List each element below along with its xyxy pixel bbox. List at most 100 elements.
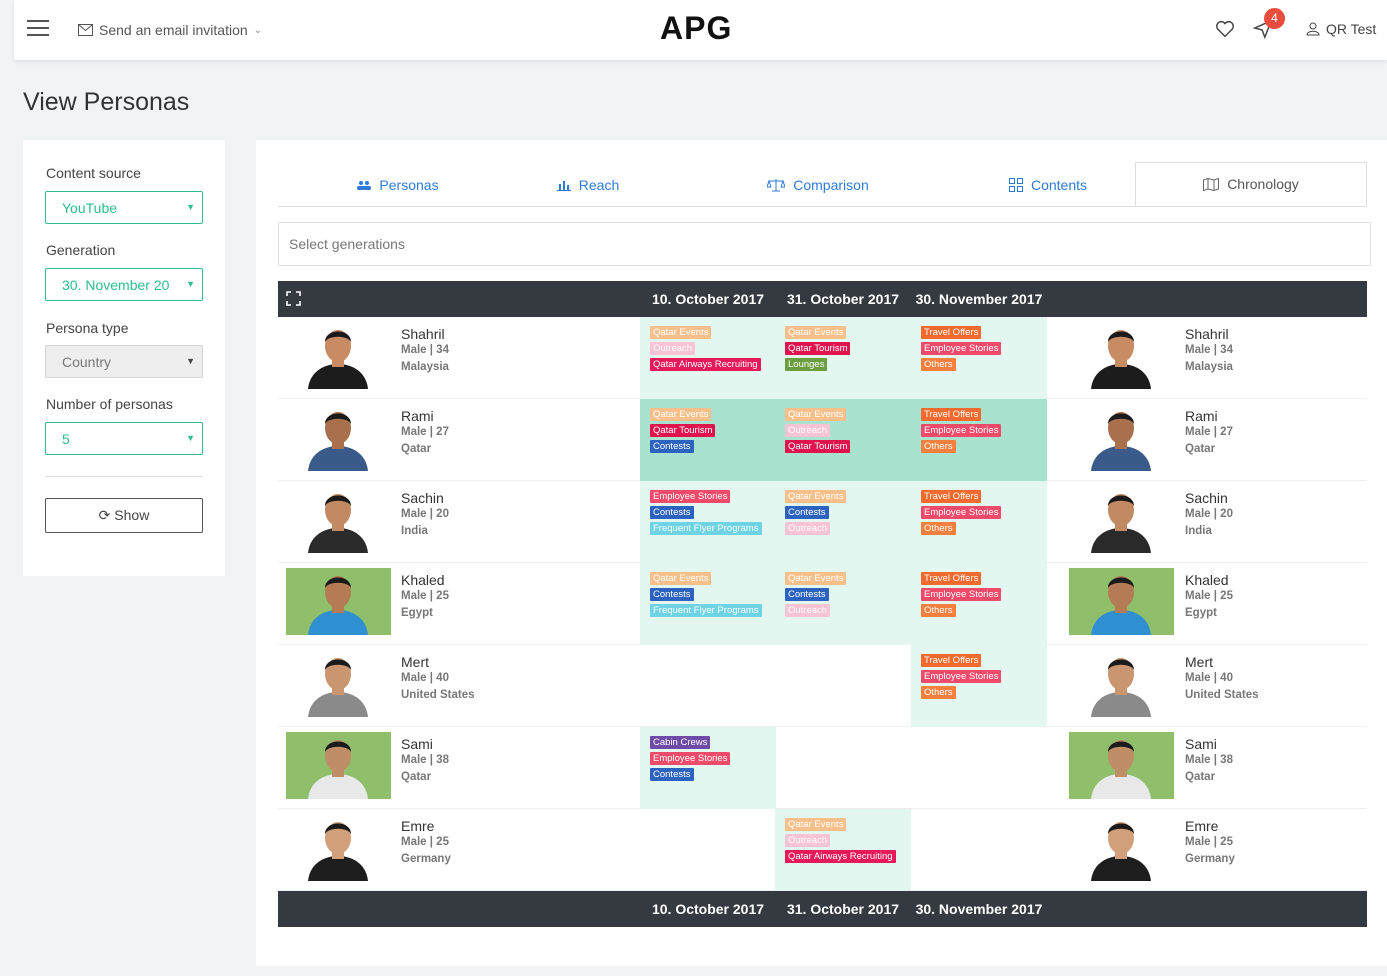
- timeline-cell: Travel Offers Employee Stories Others: [911, 481, 1047, 563]
- persona-name: Sami: [401, 736, 433, 752]
- content-tag[interactable]: Qatar Airways Recruiting: [785, 850, 896, 863]
- content-tag[interactable]: Contests: [650, 506, 694, 519]
- persona-country: Malaysia: [1185, 361, 1233, 373]
- content-tag[interactable]: Travel Offers: [921, 408, 982, 421]
- content-tag[interactable]: Employee Stories: [921, 588, 1002, 601]
- content-tag[interactable]: Travel Offers: [921, 490, 982, 503]
- persona-avatar: [1069, 650, 1174, 717]
- number-of-personas-value: 5: [62, 431, 70, 447]
- expand-icon[interactable]: [286, 291, 301, 306]
- user-name: QR Test: [1326, 21, 1377, 37]
- content-tag[interactable]: Outreach: [785, 522, 831, 535]
- show-button[interactable]: ⟳ Show: [45, 498, 203, 533]
- content-tag[interactable]: Employee Stories: [921, 342, 1002, 355]
- content-tag[interactable]: Qatar Events: [650, 326, 712, 339]
- persona-name: Khaled: [1185, 572, 1229, 588]
- content-tag[interactable]: Travel Offers: [921, 654, 982, 667]
- refresh-icon: ⟳: [98, 507, 111, 523]
- content-tag[interactable]: Qatar Tourism: [785, 342, 851, 355]
- user-menu[interactable]: QR Test: [1306, 21, 1376, 37]
- grid-footer: 10. October 2017 31. October 2017 30. No…: [278, 891, 1367, 927]
- content-tag[interactable]: Qatar Tourism: [650, 424, 716, 437]
- content-tag[interactable]: Frequent Flyer Programs: [650, 604, 762, 617]
- content-tag[interactable]: Qatar Airways Recruiting: [650, 358, 761, 371]
- persona-country: Egypt: [401, 607, 433, 619]
- content-tag[interactable]: Lounges: [785, 358, 828, 371]
- persona-country: Egypt: [1185, 607, 1217, 619]
- persona-name: Rami: [401, 408, 434, 424]
- content-tag[interactable]: Outreach: [785, 424, 831, 437]
- content-tag[interactable]: Travel Offers: [921, 326, 982, 339]
- content-tag[interactable]: Employee Stories: [650, 752, 731, 765]
- generation-label: Generation: [46, 242, 116, 258]
- tab-label: Personas: [379, 176, 439, 193]
- bar-chart-icon: [556, 180, 571, 191]
- date-header: 30. November 2017: [915, 291, 1043, 307]
- chronology-grid: 10. October 2017 31. October 2017 30. No…: [278, 281, 1367, 927]
- date-footer: 30. November 2017: [915, 901, 1043, 917]
- content-tag[interactable]: Qatar Events: [785, 818, 847, 831]
- content-tag[interactable]: Qatar Events: [785, 572, 847, 585]
- tab-contents[interactable]: Contents: [938, 162, 1158, 207]
- persona-avatar: [1069, 732, 1174, 799]
- generation-select[interactable]: 30. November 20 ▼: [45, 268, 203, 301]
- tab-chronology[interactable]: Chronology: [1135, 162, 1367, 206]
- content-tag[interactable]: Qatar Events: [650, 572, 712, 585]
- number-of-personas-select[interactable]: 5 ▼: [45, 422, 203, 455]
- date-footer: 31. October 2017: [786, 901, 900, 917]
- tab-comparison[interactable]: Comparison: [698, 162, 938, 207]
- persona-country: India: [1185, 525, 1212, 537]
- content-tag[interactable]: Travel Offers: [921, 572, 982, 585]
- heart-icon[interactable]: [1214, 18, 1236, 40]
- content-tag[interactable]: Qatar Events: [785, 326, 847, 339]
- caret-down-icon: ▼: [186, 202, 195, 212]
- date-footer: 10. October 2017: [651, 901, 765, 917]
- content-tag[interactable]: Employee Stories: [921, 506, 1002, 519]
- timeline-cell: Travel Offers Employee Stories Others: [911, 563, 1047, 645]
- tab-reach[interactable]: Reach: [483, 162, 693, 207]
- email-invitation-dropdown[interactable]: Send an email invitation ⌄: [78, 22, 262, 38]
- content-tag[interactable]: Qatar Events: [785, 408, 847, 421]
- timeline-cell: Qatar Events Qatar Tourism Lounges: [775, 317, 911, 399]
- content-tag[interactable]: Cabin Crews: [650, 736, 711, 749]
- content-tag[interactable]: Others: [921, 604, 956, 617]
- content-tag[interactable]: Employee Stories: [921, 424, 1002, 437]
- content-tag[interactable]: Others: [921, 358, 956, 371]
- number-of-personas-label: Number of personas: [46, 396, 173, 412]
- content-tag[interactable]: Employee Stories: [650, 490, 731, 503]
- content-tag[interactable]: Outreach: [785, 834, 831, 847]
- content-tag[interactable]: Contests: [785, 588, 829, 601]
- content-tag[interactable]: Others: [921, 686, 956, 699]
- content-source-select[interactable]: YouTube ▼: [45, 191, 203, 224]
- map-icon: [1203, 177, 1220, 191]
- persona-country: United States: [1185, 689, 1259, 701]
- persona-gender-age: Male | 20: [401, 508, 449, 520]
- content-tag[interactable]: Others: [921, 522, 956, 535]
- tab-personas[interactable]: Personas: [278, 162, 518, 207]
- persona-type-select[interactable]: Country ▼: [45, 345, 203, 378]
- persona-name: Khaled: [401, 572, 445, 588]
- content-tag[interactable]: Contests: [650, 440, 694, 453]
- persona-country: United States: [401, 689, 475, 701]
- content-tag[interactable]: Contests: [650, 588, 694, 601]
- persona-gender-age: Male | 34: [401, 344, 449, 356]
- content-tag[interactable]: Outreach: [785, 604, 831, 617]
- content-tag[interactable]: Employee Stories: [921, 670, 1002, 683]
- timeline-cell: Qatar Events Contests Outreach: [775, 563, 911, 645]
- content-tag[interactable]: Others: [921, 440, 956, 453]
- content-tag[interactable]: Outreach: [650, 342, 696, 355]
- content-source-value: YouTube: [62, 200, 118, 216]
- hamburger-menu-icon[interactable]: [27, 20, 49, 36]
- select-generations-input[interactable]: Select generations: [278, 222, 1371, 266]
- content-tag[interactable]: Qatar Events: [785, 490, 847, 503]
- timeline-cell: [640, 809, 776, 891]
- content-tag[interactable]: Qatar Tourism: [785, 440, 851, 453]
- content-tag[interactable]: Frequent Flyer Programs: [650, 522, 762, 535]
- timeline-cell: Qatar Events Contests Frequent Flyer Progr…: [640, 563, 776, 645]
- content-tag[interactable]: Qatar Events: [650, 408, 712, 421]
- timeline-cell: Qatar Events Outreach Qatar Airways Recrui…: [775, 809, 911, 891]
- content-tag[interactable]: Contests: [785, 506, 829, 519]
- persona-avatar: [1069, 568, 1174, 635]
- persona-row: Rami Male | 27 Qatar Qatar Events Qatar Tour…: [278, 399, 1367, 481]
- content-tag[interactable]: Contests: [650, 768, 694, 781]
